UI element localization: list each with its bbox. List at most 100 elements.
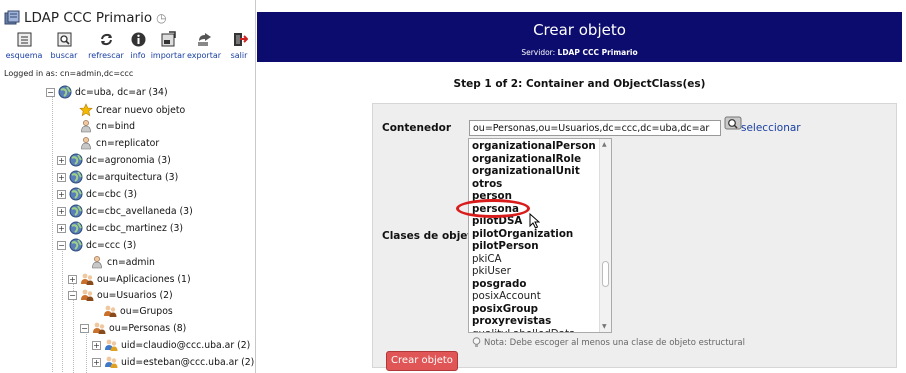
page-header: Crear objeto Servidor: LDAP CCC Primario (257, 12, 902, 62)
object-class-option[interactable]: posgrado (472, 278, 598, 291)
tree-node-label: dc=cbc (3) (86, 188, 138, 200)
tree-guide-line (52, 94, 53, 372)
expand-icon[interactable]: + (57, 189, 66, 199)
object-class-option[interactable]: pilotPerson (472, 240, 598, 253)
expand-icon[interactable]: + (92, 340, 101, 350)
tree-node-label: ou=Usuarios (2) (97, 289, 173, 301)
domain-globe-icon (69, 204, 83, 218)
collapse-icon[interactable]: − (57, 240, 66, 250)
tree-node-root[interactable]: − dc=uba, dc=ar (34) (46, 84, 168, 100)
tree-node[interactable]: + dc=cbc (3) (57, 186, 137, 202)
users-icon (105, 356, 118, 368)
tree-node-label: dc=ccc (3) (86, 239, 137, 251)
server-subtitle: Servidor: LDAP CCC Primario (257, 48, 902, 57)
org-unit-icon (81, 273, 94, 285)
toolbar-salir-button[interactable]: salir (217, 31, 255, 60)
select-container-link[interactable]: seleccionar (741, 122, 801, 134)
object-class-option[interactable]: pilotOrganization (472, 228, 598, 241)
container-input[interactable] (469, 120, 721, 136)
users-icon (105, 339, 118, 351)
lightbulb-icon (472, 337, 481, 347)
tree-pane: LDAP CCC Primario ◷ esquema buscar refresc… (0, 0, 256, 373)
domain-globe-icon (69, 221, 83, 235)
domain-globe-icon (69, 187, 83, 201)
server-prefix: Servidor: (521, 48, 556, 57)
toolbar-buscar-button[interactable]: buscar (42, 31, 86, 60)
select-container-icon[interactable] (724, 116, 742, 130)
server-name: LDAP CCC Primario (24, 10, 153, 26)
tree-node-label: Crear nuevo objeto (96, 104, 186, 116)
logged-in-text: Logged in as: cn=admin,dc=ccc (4, 69, 134, 78)
object-class-option[interactable]: posixAccount (472, 290, 598, 303)
expand-icon[interactable]: + (57, 155, 66, 165)
scroll-down-arrow-icon[interactable]: ▼ (602, 323, 607, 330)
scroll-thumb[interactable] (602, 261, 609, 287)
step-label: Step 1 of 2: Container and ObjectClass(e… (453, 78, 706, 90)
tree-node[interactable]: + uid=claudio@ccc.uba.ar (2) (92, 337, 250, 353)
expand-icon[interactable]: + (57, 223, 66, 233)
tree-node-label: cn=replicator (96, 137, 160, 149)
tree-node-label: dc=cbc_martinez (3) (86, 222, 183, 234)
domain-globe-icon (69, 238, 83, 252)
domain-globe-icon (58, 85, 72, 99)
tree-node[interactable]: cn=bind (79, 118, 135, 134)
tree-node[interactable]: cn=replicator (79, 135, 159, 151)
object-class-option[interactable]: organizationalPerson (472, 140, 598, 153)
tree-node-label: dc=uba, dc=ar (34) (75, 86, 168, 98)
collapse-icon[interactable]: − (80, 323, 89, 333)
create-object-button[interactable]: Crear objeto (386, 351, 458, 371)
refresh-icon (100, 33, 112, 46)
clock-icon: ◷ (156, 11, 167, 25)
expand-icon[interactable]: + (57, 206, 66, 216)
domain-globe-icon (69, 153, 83, 167)
tree-node-label: uid=claudio@ccc.uba.ar (2) (121, 339, 251, 351)
object-classes-listbox[interactable]: organizationalPerson organizationalRole or… (468, 138, 612, 333)
tree-node[interactable]: cn=admin (90, 254, 155, 270)
tree-node[interactable]: ou=Grupos (103, 303, 173, 319)
tree-node[interactable]: + dc=cbc_martinez (3) (57, 220, 183, 236)
server-title[interactable]: LDAP CCC Primario ◷ (4, 9, 167, 27)
user-icon (81, 120, 91, 133)
tree-node[interactable]: + dc=agronomia (3) (57, 152, 171, 168)
star-icon (79, 103, 93, 117)
object-class-option[interactable]: otros (472, 178, 598, 191)
expand-icon[interactable]: + (92, 357, 101, 367)
listbox-scrollbar[interactable]: ▲ ▼ (599, 139, 611, 332)
structural-note: Nota: Debe escoger al menos una clase de… (472, 337, 745, 348)
toolbar-label: exportar (186, 51, 222, 60)
server-icon (4, 10, 20, 25)
tree-node[interactable]: − ou=Personas (8) (80, 320, 186, 336)
mouse-cursor-icon (529, 213, 540, 229)
toolbar-label: info (130, 51, 146, 60)
object-class-option[interactable]: posixGroup (472, 303, 598, 316)
import-icon (161, 31, 176, 47)
org-unit-icon (93, 322, 106, 334)
collapse-icon[interactable]: − (46, 87, 55, 97)
export-icon (197, 33, 211, 46)
collapse-icon[interactable]: − (68, 290, 77, 300)
object-class-option[interactable]: organizationalUnit (472, 165, 598, 178)
tree-node-label: ou=Personas (8) (109, 322, 187, 334)
tree-node[interactable]: − dc=ccc (3) (57, 237, 136, 253)
tree-node[interactable]: + dc=cbc_avellaneda (3) (57, 203, 193, 219)
tree-node-label: dc=arquitectura (3) (86, 171, 179, 183)
object-class-option[interactable]: qualityLabelledData (472, 328, 598, 333)
tree-node[interactable]: − ou=Usuarios (2) (68, 287, 173, 303)
object-class-option[interactable]: pkiCA (472, 253, 598, 266)
toolbar: esquema buscar refrescar info importar export… (0, 31, 255, 67)
server-subtitle-name: LDAP CCC Primario (557, 48, 638, 57)
object-class-option[interactable]: organizationalRole (472, 153, 598, 166)
expand-icon[interactable]: + (68, 274, 77, 284)
expand-icon[interactable]: + (57, 172, 66, 182)
tree-create-object[interactable]: Crear nuevo objeto (79, 102, 185, 118)
object-class-option[interactable]: proxyrevistas (472, 315, 598, 328)
tree-node-label: uid=esteban@ccc.uba.ar (2) (121, 356, 255, 368)
tree-node[interactable]: + dc=arquitectura (3) (57, 169, 178, 185)
tree-node[interactable]: + uid=esteban@ccc.uba.ar (2) (92, 354, 254, 370)
toolbar-label: esquema (5, 51, 43, 60)
toolbar-esquema-button[interactable]: esquema (2, 31, 46, 60)
object-class-option[interactable]: pkiUser (472, 265, 598, 278)
tree-node-label: ou=Aplicaciones (1) (97, 273, 191, 285)
tree-node[interactable]: + ou=Aplicaciones (1) (68, 271, 191, 287)
scroll-up-arrow-icon[interactable]: ▲ (602, 141, 607, 148)
